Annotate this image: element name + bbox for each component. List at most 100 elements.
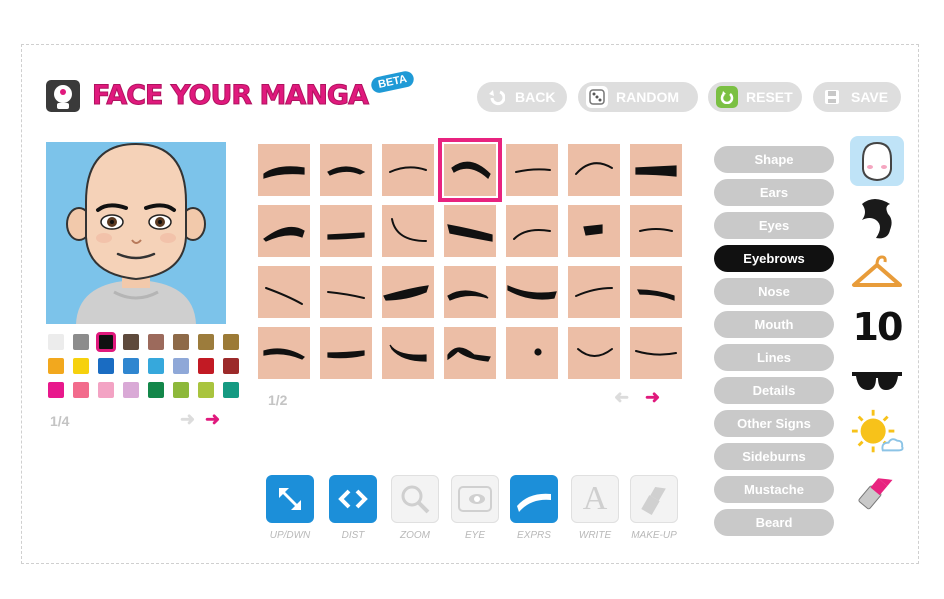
category-eyes[interactable]: Eyes (714, 212, 834, 239)
eyebrow-option[interactable] (320, 266, 372, 318)
category-ears[interactable]: Ears (714, 179, 834, 206)
color-swatch[interactable] (48, 334, 64, 350)
eyebrow-option[interactable] (258, 266, 310, 318)
sun-icon[interactable] (850, 408, 904, 458)
eyebrow-option[interactable] (320, 327, 372, 379)
color-swatch[interactable] (223, 358, 239, 374)
eyebrow-option[interactable] (568, 327, 620, 379)
grid-next-arrow-icon[interactable]: ➜ (645, 387, 660, 408)
eyebrow-option[interactable] (506, 205, 558, 257)
eyebrow-option[interactable] (630, 205, 682, 257)
distance-tool-icon[interactable] (329, 475, 377, 523)
category-beard[interactable]: Beard (714, 509, 834, 536)
makeup-tool-icon[interactable] (630, 475, 678, 523)
eyebrow-option[interactable] (438, 138, 502, 202)
eye-tool-icon[interactable] (451, 475, 499, 523)
color-swatch[interactable] (148, 358, 164, 374)
write-tool-icon[interactable]: A (571, 475, 619, 523)
eyebrow-option[interactable] (506, 327, 558, 379)
color-swatch[interactable] (198, 382, 214, 398)
category-other-signs[interactable]: Other Signs (714, 410, 834, 437)
eyebrow-option[interactable] (258, 205, 310, 257)
category-shape[interactable]: Shape (714, 146, 834, 173)
logo-text: FACE YOUR MANGA (92, 80, 370, 112)
tool-label: MAKE-UP (631, 530, 677, 541)
eyebrow-option[interactable] (444, 266, 496, 318)
color-swatch[interactable] (98, 358, 114, 374)
tool-label: ZOOM (400, 530, 430, 541)
color-swatch[interactable] (173, 382, 189, 398)
eyebrow-option[interactable] (568, 144, 620, 196)
eyebrow-option[interactable] (630, 144, 682, 196)
number-ten-icon[interactable]: 10 (850, 302, 904, 352)
color-swatch[interactable] (123, 382, 139, 398)
reset-icon (716, 86, 738, 108)
eyebrow-option[interactable] (382, 205, 434, 257)
tool-label: EYE (464, 530, 485, 541)
back-button[interactable]: BACK (477, 82, 567, 112)
grid-prev-arrow-icon[interactable]: ➜ (614, 387, 629, 408)
zoom-tool-icon[interactable] (391, 475, 439, 523)
color-swatch[interactable] (123, 358, 139, 374)
color-swatch[interactable] (173, 358, 189, 374)
eyebrow-option[interactable] (568, 266, 620, 318)
category-eyebrows[interactable]: Eyebrows (714, 245, 834, 272)
color-swatch[interactable] (223, 382, 239, 398)
palette-next-arrow-icon[interactable]: ➜ (205, 409, 220, 430)
eyebrow-option[interactable] (320, 205, 372, 257)
eyebrow-option[interactable] (506, 266, 558, 318)
category-nose[interactable]: Nose (714, 278, 834, 305)
eyebrow-option[interactable] (258, 327, 310, 379)
category-list: Shape Ears Eyes Eyebrows Nose Mouth Lines Detai… (714, 146, 834, 542)
color-swatch[interactable] (223, 334, 239, 350)
category-sideburns[interactable]: Sideburns (714, 443, 834, 470)
eyebrow-option[interactable] (568, 205, 620, 257)
eyebrow-option[interactable] (444, 327, 496, 379)
random-label: RANDOM (616, 89, 679, 105)
color-swatch[interactable] (48, 358, 64, 374)
eyebrow-option[interactable] (630, 327, 682, 379)
color-swatch[interactable] (48, 382, 64, 398)
eyebrow-option[interactable] (630, 266, 682, 318)
category-lines[interactable]: Lines (714, 344, 834, 371)
color-palette (48, 332, 239, 398)
hanger-icon[interactable] (850, 248, 904, 298)
color-swatch[interactable] (198, 334, 214, 350)
color-swatch[interactable] (198, 358, 214, 374)
expression-tool-icon[interactable] (510, 475, 558, 523)
tool-label: WRITE (578, 530, 612, 541)
category-mustache[interactable]: Mustache (714, 476, 834, 503)
color-swatch[interactable] (148, 334, 164, 350)
color-swatch[interactable] (73, 382, 89, 398)
color-swatch[interactable] (73, 334, 89, 350)
color-swatch[interactable] (148, 382, 164, 398)
hair-icon[interactable] (850, 194, 904, 244)
eyebrow-grid (258, 138, 682, 379)
save-button[interactable]: SAVE (813, 82, 901, 112)
lipstick-icon[interactable] (850, 464, 904, 514)
face-icon[interactable] (850, 136, 904, 186)
sunglasses-icon[interactable] (850, 356, 904, 406)
eyebrow-option[interactable] (506, 144, 558, 196)
color-swatch[interactable] (73, 358, 89, 374)
eyebrow-option[interactable] (320, 144, 372, 196)
color-swatch[interactable] (123, 334, 139, 350)
random-button[interactable]: RANDOM (578, 82, 698, 112)
disk-icon (821, 86, 843, 108)
eyebrow-option[interactable] (444, 205, 496, 257)
eyebrow-option[interactable] (382, 266, 434, 318)
back-label: BACK (515, 89, 556, 105)
category-mouth[interactable]: Mouth (714, 311, 834, 338)
palette-prev-arrow-icon[interactable]: ➜ (180, 409, 195, 430)
up-down-tool-icon[interactable] (266, 475, 314, 523)
save-label: SAVE (851, 89, 889, 105)
color-swatch[interactable] (96, 332, 116, 352)
eyebrow-option[interactable] (382, 144, 434, 196)
category-details[interactable]: Details (714, 377, 834, 404)
reset-button[interactable]: RESET (708, 82, 802, 112)
color-swatch[interactable] (98, 382, 114, 398)
eyebrow-option[interactable] (382, 327, 434, 379)
color-swatch[interactable] (173, 334, 189, 350)
logo-icon (46, 80, 80, 112)
eyebrow-option[interactable] (258, 144, 310, 196)
